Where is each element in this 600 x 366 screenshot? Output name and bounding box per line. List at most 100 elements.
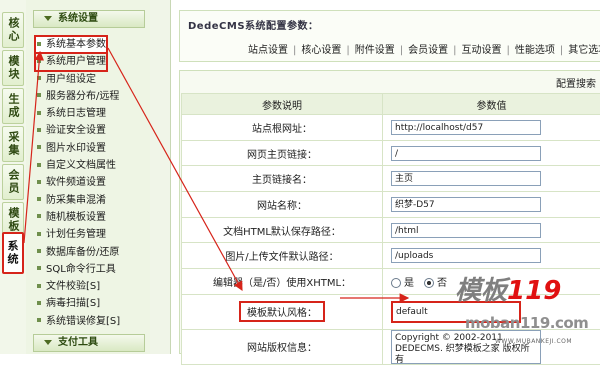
vertical-tab-3[interactable]: 采集: [2, 126, 24, 162]
menu-item[interactable]: 文件校验[S]: [35, 278, 147, 295]
table-row: 文档HTML默认保存路径： /html: [182, 217, 600, 243]
radio-yes-label: 是: [404, 278, 414, 289]
radio-no-label: 否: [437, 278, 447, 289]
config-table: 参数说明 参数值 站点根网址：http://localhost/d57网页主页链…: [181, 93, 600, 365]
row-label-cell: 编辑器（是/否）使用XHTML：: [182, 269, 383, 295]
table-row: 网页主页链接： /: [182, 140, 600, 166]
menu-item[interactable]: 计划任务管理: [35, 226, 147, 243]
config-search-label[interactable]: 配置搜索: [556, 75, 596, 90]
menu-item[interactable]: SQL命令行工具: [35, 261, 147, 278]
tab-separator: |: [293, 45, 296, 56]
bullet-icon: [37, 163, 41, 167]
menu-footer-header[interactable]: 支付工具: [33, 334, 145, 352]
row-label: 网页主页链接：: [247, 150, 317, 161]
text-input[interactable]: http://localhost/d57: [391, 120, 541, 135]
menu-item-label: 数据库备份/还原: [46, 247, 119, 258]
menu-item[interactable]: 防采集串混淆: [35, 192, 147, 209]
config-tab-3[interactable]: 会员设置: [408, 45, 448, 56]
bullet-icon: [37, 197, 41, 201]
config-tab-4[interactable]: 互动设置: [462, 45, 502, 56]
table-row: 网站版权信息： Copyright © 2002-2011 DEDECMS. 织梦…: [182, 329, 600, 364]
config-tab-2[interactable]: 附件设置: [355, 45, 395, 56]
menu-item[interactable]: 自定义文档属性: [35, 157, 147, 174]
bullet-icon: [37, 76, 41, 80]
table-row: 图片/上传文件默认路径： /uploads: [182, 243, 600, 269]
config-tab-0[interactable]: 站点设置: [248, 45, 288, 56]
text-input[interactable]: 主页: [391, 171, 541, 186]
config-tab-6[interactable]: 其它选项: [568, 45, 600, 56]
vertical-tab-1[interactable]: 模块: [2, 50, 24, 86]
menu-item-label: 系统基本参数: [46, 39, 106, 50]
bullet-icon: [37, 318, 41, 322]
bullet-icon: [37, 59, 41, 63]
radio-yes[interactable]: [391, 278, 401, 288]
menu-item[interactable]: 验证安全设置: [35, 122, 147, 139]
config-tab-1[interactable]: 核心设置: [301, 45, 341, 56]
menu-list: 系统基本参数系统用户管理用户组设定服务器分布/远程系统日志管理验证安全设置图片水…: [35, 36, 147, 330]
text-input[interactable]: /uploads: [391, 248, 541, 263]
row-label: 站点根网址：: [252, 124, 312, 135]
menu-item[interactable]: 系统基本参数: [35, 36, 107, 53]
tab-separator: |: [507, 45, 510, 56]
menu-item-label: 系统日志管理: [46, 108, 106, 119]
menu-item[interactable]: 服务器分布/远程: [35, 88, 147, 105]
config-tab-5[interactable]: 性能选项: [515, 45, 555, 56]
text-input[interactable]: default: [391, 301, 521, 323]
bullet-icon: [37, 42, 41, 46]
main-content: DedeCMS系统配置参数： 站点设置|核心设置|附件设置|会员设置|互动设置|…: [171, 0, 600, 354]
vertical-tab-0[interactable]: 核心: [2, 12, 24, 48]
column-header-value: 参数值: [383, 94, 600, 115]
sidebar-menu: 系统设置 系统基本参数系统用户管理用户组设定服务器分布/远程系统日志管理验证安全…: [26, 0, 151, 354]
menu-item[interactable]: 系统错误修复[S]: [35, 313, 147, 330]
row-label: 编辑器（是/否）使用XHTML：: [213, 278, 351, 289]
vertical-tab-2[interactable]: 生成: [2, 88, 24, 124]
menu-item[interactable]: 用户组设定: [35, 71, 147, 88]
row-value-cell: default: [383, 294, 600, 329]
menu-item[interactable]: 病毒扫描[S]: [35, 295, 147, 312]
collapse-triangle-icon: [44, 340, 52, 345]
row-value-cell: Copyright © 2002-2011 DEDECMS. 织梦模板之家 版权…: [383, 329, 600, 364]
menu-item[interactable]: 数据库备份/还原: [35, 244, 147, 261]
vertical-tab-4[interactable]: 会员: [2, 164, 24, 200]
menu-item-label: 软件频道设置: [46, 177, 106, 188]
menu-item-label: 图片水印设置: [46, 143, 106, 154]
text-input[interactable]: /html: [391, 223, 541, 238]
menu-item-label: 文件校验[S]: [46, 281, 100, 292]
row-label: 网站名称：: [257, 201, 307, 212]
radio-no[interactable]: [424, 278, 434, 288]
menu-item-label: 系统错误修复[S]: [46, 316, 120, 327]
menu-section-header[interactable]: 系统设置: [33, 10, 145, 28]
row-label-cell: 图片/上传文件默认路径：: [182, 243, 383, 269]
menu-item-label: 病毒扫描[S]: [46, 298, 100, 309]
config-tabs: 站点设置|核心设置|附件设置|会员设置|互动设置|性能选项|其它选项: [248, 41, 600, 56]
row-label-cell: 主页链接名：: [182, 166, 383, 192]
frame-splitter[interactable]: [150, 0, 171, 354]
menu-item[interactable]: 随机模板设置: [35, 209, 147, 226]
copyright-textarea[interactable]: Copyright © 2002-2011 DEDECMS. 织梦模板之家 版权…: [391, 330, 541, 364]
tab-separator: |: [560, 45, 563, 56]
vertical-tab-bar: 核心模块生成采集会员模板系统: [0, 0, 27, 354]
text-input[interactable]: 织梦-D57: [391, 197, 541, 212]
menu-item[interactable]: 图片水印设置: [35, 140, 147, 157]
bullet-icon: [37, 93, 41, 97]
menu-item[interactable]: 系统用户管理: [35, 53, 107, 70]
bullet-icon: [37, 128, 41, 132]
row-label-cell: 文档HTML默认保存路径：: [182, 217, 383, 243]
menu-item-label: 服务器分布/远程: [46, 91, 119, 102]
table-row: 模板默认风格：default: [182, 294, 600, 329]
text-input[interactable]: /: [391, 146, 541, 161]
vertical-tab-6[interactable]: 系统: [2, 232, 24, 274]
menu-item-label: 随机模板设置: [46, 212, 106, 223]
table-row: 主页链接名： 主页: [182, 166, 600, 192]
bullet-icon: [37, 214, 41, 218]
row-label: 网站版权信息：: [247, 343, 317, 354]
menu-item-label: 防采集串混淆: [46, 195, 106, 206]
bullet-icon: [37, 232, 41, 236]
row-label: 图片/上传文件默认路径：: [225, 252, 338, 263]
menu-item-label: 用户组设定: [46, 74, 96, 85]
row-label: 文档HTML默认保存路径：: [223, 227, 341, 238]
row-value-cell: /: [383, 140, 600, 166]
menu-item[interactable]: 系统日志管理: [35, 105, 147, 122]
row-label-cell: 网页主页链接：: [182, 140, 383, 166]
menu-item[interactable]: 软件频道设置: [35, 174, 147, 191]
